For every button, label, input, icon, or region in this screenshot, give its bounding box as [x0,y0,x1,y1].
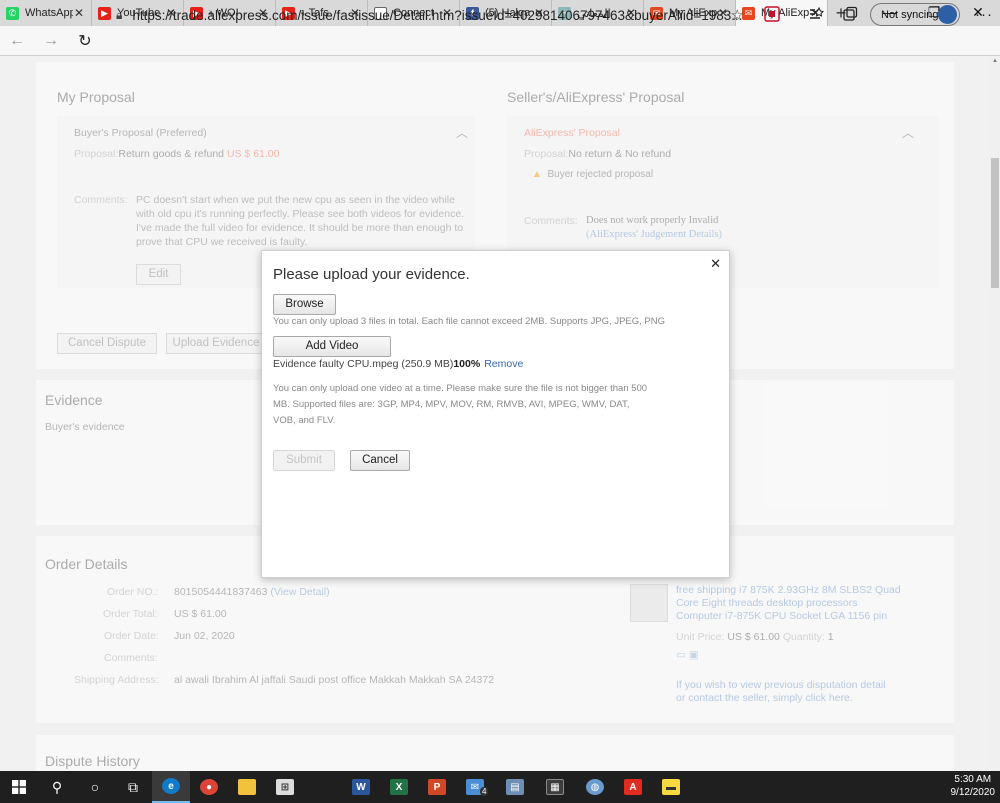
favorite-star-icon[interactable]: ☆ [731,6,744,24]
upload-progress: 100% [453,358,481,370]
sticky-notes-icon[interactable]: ▬ [652,771,690,803]
search-icon[interactable]: ⚲ [38,771,76,803]
uploaded-file-row: Evidence faulty CPU.mpeg (250.9 MB)100% R… [273,358,523,370]
upload-evidence-dialog: Please upload your evidence. ✕ Browse Yo… [261,250,730,578]
remove-link[interactable]: Remove [484,358,523,370]
excel-icon[interactable]: X [380,771,418,803]
add-video-button[interactable]: Add Video [273,336,391,357]
mail-badge: 4 [480,787,489,796]
network-app-icon[interactable]: ◍ [576,771,614,803]
tab-title: WhatsApp [25,7,73,19]
utility-app-icon[interactable]: ▦ [536,771,574,803]
browse-button[interactable]: Browse [273,294,336,315]
favorites-list-icon[interactable] [808,6,825,22]
more-options-icon[interactable]: ··· [975,6,993,23]
cortana-icon[interactable]: ○ [76,771,114,803]
acrobat-icon[interactable]: A [614,771,652,803]
mail-icon[interactable]: ✉ 4 [456,771,494,803]
extension-icon[interactable] [764,6,780,22]
chrome-icon[interactable]: ● [190,771,228,803]
task-view-icon[interactable]: ⧉ [114,771,152,803]
address-bar: ← → ↻ [0,26,1000,56]
avatar [938,5,957,24]
refresh-icon[interactable]: ↻ [68,31,102,51]
video-hint: You can only upload one video at a time.… [273,383,648,426]
profile-sync-button[interactable]: Not syncing [870,3,960,26]
submit-button[interactable]: Submit [273,450,335,471]
forward-arrow-icon[interactable]: → [34,32,68,50]
url-field[interactable]: 🔒︎ https://trade.aliexpress.com/issue/fa… [116,3,752,27]
browser-tab[interactable]: ✆ WhatsApp ✕ [0,0,92,26]
browse-hint: You can only upload 3 files in total. Ea… [273,316,666,327]
system-clock[interactable]: 5:30 AM 9/12/2020 [951,773,996,799]
scrollbar-thumb[interactable] [991,158,999,288]
cancel-button[interactable]: Cancel [350,450,410,471]
printer-app-icon[interactable]: ▤ [496,771,534,803]
start-windows-icon[interactable] [0,771,38,803]
store-icon[interactable]: ⊞ [266,771,304,803]
back-arrow-icon[interactable]: ← [0,32,34,50]
file-name: Evidence faulty CPU.mpeg (250.9 MB) [273,358,454,370]
sync-label: Not syncing [881,8,939,21]
tab-close-icon[interactable]: ✕ [73,6,85,20]
file-explorer-icon[interactable] [228,771,266,803]
powerpoint-icon[interactable]: P [418,771,456,803]
clock-time: 5:30 AM [954,774,992,785]
tab-favicon-icon: ▶ [98,6,111,20]
dialog-title: Please upload your evidence. [273,266,470,283]
scroll-up-icon[interactable]: ▲ [991,58,999,64]
lock-icon: 🔒︎ [116,7,123,22]
tab-favicon-icon: ✆ [6,6,19,20]
url-text: https://trade.aliexpress.com/issue/fasti… [132,7,743,23]
close-icon[interactable]: ✕ [710,256,721,272]
clock-date: 9/12/2020 [950,787,996,798]
taskbar: ⚲ ○ ⧉ e ● ⊞ W X P ✉ 4 ▤ ▦ ◍ A ▬ 5:30 AM 9… [0,771,1000,803]
word-icon[interactable]: W [342,771,380,803]
edge-browser-icon[interactable]: e [152,771,190,803]
collections-icon[interactable] [842,6,858,22]
page-scrollbar[interactable]: ▲ [990,56,1000,771]
